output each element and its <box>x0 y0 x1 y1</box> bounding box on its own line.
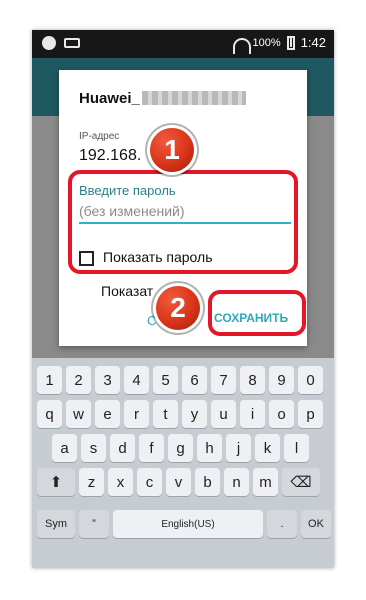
key-x[interactable]: x <box>108 468 133 496</box>
keyboard-number-row: 1234567890 <box>37 366 323 394</box>
quote-key[interactable]: ” <box>79 510 109 538</box>
key-j[interactable]: j <box>226 434 251 462</box>
status-bar: 100% 1:42 <box>32 30 334 58</box>
cancel-button[interactable]: С <box>147 313 156 328</box>
key-i[interactable]: i <box>240 400 265 428</box>
ip-label: IP-адрес <box>79 131 120 142</box>
key-y[interactable]: y <box>182 400 207 428</box>
key-z[interactable]: z <box>79 468 104 496</box>
blurred-network-name <box>141 91 246 105</box>
space-key[interactable]: English(US) <box>113 510 263 538</box>
phone-screen: 100% 1:42 Huawei_ IP-адрес 192.168. Введ… <box>32 30 334 568</box>
key-u[interactable]: u <box>211 400 236 428</box>
password-input[interactable] <box>79 200 291 224</box>
key-8[interactable]: 8 <box>240 366 265 394</box>
show-password-checkbox[interactable] <box>79 251 94 266</box>
dialog-title: Huawei_ <box>79 90 246 107</box>
key-4[interactable]: 4 <box>124 366 149 394</box>
key-f[interactable]: f <box>139 434 164 462</box>
spotify-icon <box>42 36 56 50</box>
key-6[interactable]: 6 <box>182 366 207 394</box>
password-label: Введите пароль <box>79 183 176 198</box>
key-0[interactable]: 0 <box>298 366 323 394</box>
key-b[interactable]: b <box>195 468 220 496</box>
key-c[interactable]: c <box>137 468 162 496</box>
key-9[interactable]: 9 <box>269 366 294 394</box>
key-v[interactable]: v <box>166 468 191 496</box>
key-p[interactable]: p <box>298 400 323 428</box>
key-h[interactable]: h <box>197 434 222 462</box>
step-1-badge: 1 <box>150 128 194 172</box>
keyboard-row-1: qwertyuiop <box>37 400 323 428</box>
keyboard-bottom-row: Sym ” English(US) . OK <box>37 510 331 538</box>
keyboard-row-2: asdfghjkl <box>52 434 309 462</box>
message-icon <box>64 38 80 48</box>
show-password-label: Показать пароль <box>103 249 213 265</box>
sym-key[interactable]: Sym <box>37 510 75 538</box>
key-g[interactable]: g <box>168 434 193 462</box>
key-q[interactable]: q <box>37 400 62 428</box>
key-e[interactable]: e <box>95 400 120 428</box>
key-5[interactable]: 5 <box>153 366 178 394</box>
wifi-icon <box>232 37 251 54</box>
key-k[interactable]: k <box>255 434 280 462</box>
key-2[interactable]: 2 <box>66 366 91 394</box>
key-l[interactable]: l <box>284 434 309 462</box>
ok-key[interactable]: OK <box>301 510 331 538</box>
key-m[interactable]: m <box>253 468 278 496</box>
key-r[interactable]: r <box>124 400 149 428</box>
ip-value: 192.168. <box>79 147 142 164</box>
key-3[interactable]: 3 <box>95 366 120 394</box>
key-s[interactable]: s <box>81 434 106 462</box>
key-t[interactable]: t <box>153 400 178 428</box>
key-7[interactable]: 7 <box>211 366 236 394</box>
shift-key[interactable]: ⬆ <box>37 468 75 496</box>
keyboard: 1234567890 qwertyuiop asdfghjkl ⬆ z x c v b n m… <box>32 358 334 568</box>
key-d[interactable]: d <box>110 434 135 462</box>
step-2-badge: 2 <box>156 286 200 330</box>
battery-icon <box>286 35 295 50</box>
keyboard-row-3: ⬆ z x c v b n m ⌫ <box>37 468 320 496</box>
key-w[interactable]: w <box>66 400 91 428</box>
key-n[interactable]: n <box>224 468 249 496</box>
key-o[interactable]: o <box>269 400 294 428</box>
punct-key[interactable]: . <box>267 510 297 538</box>
clock: 1:42 <box>300 35 326 50</box>
save-button[interactable]: СОХРАНИТЬ <box>214 311 288 325</box>
key-a[interactable]: a <box>52 434 77 462</box>
battery-percent: 100% <box>252 36 281 49</box>
advanced-options-label: Показат <box>101 283 154 299</box>
key-1[interactable]: 1 <box>37 366 62 394</box>
delete-key[interactable]: ⌫ <box>282 468 320 496</box>
